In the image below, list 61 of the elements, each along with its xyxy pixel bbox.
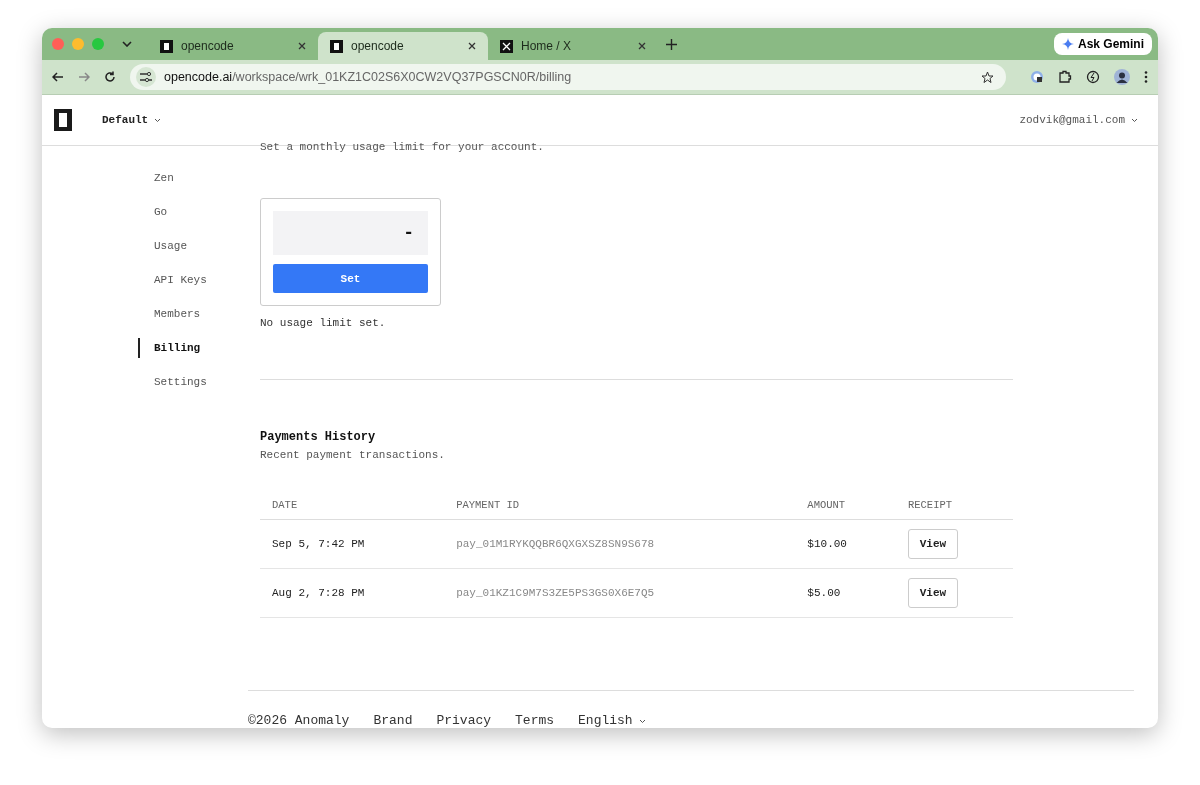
column-header: PAYMENT ID (456, 499, 520, 511)
view-button[interactable]: View (907, 529, 958, 559)
forward-icon[interactable] (78, 71, 90, 83)
description-text: Set a monthly usage limit for your account. (260, 141, 545, 153)
footer-link[interactable]: Privacy (436, 713, 492, 728)
back-icon[interactable] (52, 71, 64, 83)
gemini-button[interactable]: Ask Gemini (1053, 33, 1152, 55)
x-logo-icon (500, 39, 513, 53)
new-tab-icon[interactable] (666, 38, 677, 50)
reload-icon[interactable] (104, 71, 116, 83)
menu-icon[interactable] (1144, 71, 1148, 83)
square-logo-icon (330, 39, 343, 53)
chevron-down-icon (154, 118, 162, 123)
extensions-icon[interactable] (1058, 70, 1072, 84)
payment-id-cell: pay_01KZ1C9M7S3ZE5PS3GS0X6E7Q5 (456, 587, 655, 599)
status-text: No usage limit set. (260, 317, 387, 329)
account-menu[interactable]: zodvik@gmail.com (1019, 114, 1138, 126)
url-text: opencode.ai/workspace/wrk_01KZ1C02S6X0CW2VQ37PGSCN0R/billing (164, 70, 572, 84)
tab-list-icon[interactable] (122, 41, 132, 47)
browser-tab[interactable]: opencode (148, 32, 318, 60)
view-button[interactable]: View (907, 578, 958, 608)
copyright-text: ©2026 Anomaly (248, 713, 350, 728)
sidebar-item[interactable]: Zen (138, 168, 260, 188)
sidebar-item[interactable]: API Keys (138, 270, 260, 290)
date-cell: Sep 5, 7:42 PM (272, 538, 365, 550)
amount-cell: $10.00 (807, 538, 847, 550)
address-bar[interactable]: opencode.ai/workspace/wrk_01KZ1C02S6X0CW2VQ37PGSCN0R/billing (130, 64, 1006, 90)
sidebar-item[interactable]: Settings (138, 372, 260, 392)
close-tab-icon[interactable] (468, 42, 476, 50)
sidebar-item[interactable]: Go (138, 202, 260, 222)
sidebar-item[interactable]: Usage (138, 236, 260, 256)
browser-tab[interactable]: opencode (318, 32, 488, 60)
logo-icon[interactable] (54, 109, 72, 131)
sidebar-item[interactable]: Billing (138, 338, 260, 358)
date-cell: Aug 2, 7:28 PM (272, 587, 365, 599)
footer-link[interactable]: Brand (373, 713, 413, 728)
sidebar-item[interactable]: Members (138, 304, 260, 324)
amount-cell: $5.00 (807, 587, 841, 599)
section-subtitle: Recent payment transactions. (260, 449, 446, 461)
star-icon[interactable] (981, 70, 994, 84)
workspace-selector[interactable]: Default (102, 114, 162, 126)
column-header: RECEIPT (907, 499, 953, 511)
lightning-icon[interactable] (1086, 70, 1100, 84)
language-selector[interactable]: English (578, 713, 646, 728)
browser-tab[interactable]: Home / X (488, 32, 658, 60)
site-settings-icon[interactable] (136, 67, 156, 87)
close-tab-icon[interactable] (298, 42, 306, 50)
column-header: DATE (272, 499, 298, 511)
column-header: AMOUNT (807, 499, 846, 511)
payment-id-cell: pay_01M1RYKQQBR6QXGXSZ8SN9S678 (456, 538, 655, 550)
square-logo-icon (160, 39, 173, 53)
avatar-icon[interactable] (1114, 69, 1130, 85)
password-extension-icon[interactable] (1030, 70, 1044, 84)
chevron-down-icon (1131, 118, 1138, 123)
set-button[interactable]: Set (273, 264, 428, 293)
sparkle-icon (1061, 38, 1074, 50)
limit-input-field[interactable]: - (273, 211, 428, 255)
section-title: Payments History (260, 430, 377, 444)
close-tab-icon[interactable] (638, 42, 646, 50)
footer-link[interactable]: Terms (515, 713, 555, 728)
chevron-down-icon (638, 719, 646, 724)
